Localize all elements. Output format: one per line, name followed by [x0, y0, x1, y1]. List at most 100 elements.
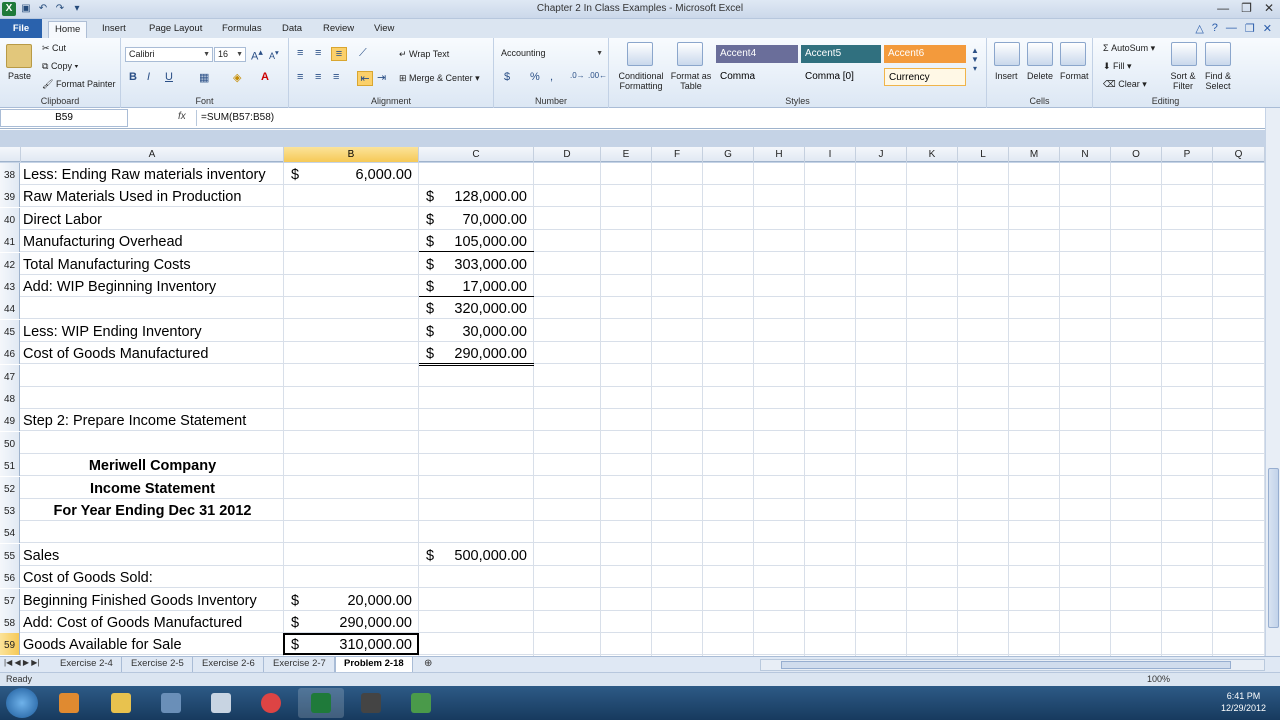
format-cells-icon[interactable]	[1060, 42, 1086, 66]
column-header-j[interactable]: J	[856, 147, 907, 162]
sheet-tab-active[interactable]: Problem 2-18	[335, 657, 413, 672]
autosum-button[interactable]: Σ AutoSum ▾	[1103, 43, 1155, 54]
align-right-icon[interactable]: ≡	[333, 71, 339, 83]
vertical-scrollbar[interactable]	[1265, 108, 1280, 656]
column-header-c[interactable]: C	[419, 147, 534, 162]
column-header-p[interactable]: P	[1162, 147, 1213, 162]
column-header-e[interactable]: E	[601, 147, 652, 162]
row-header[interactable]: 58	[0, 611, 20, 633]
row-header[interactable]: 38	[0, 163, 20, 185]
taskbar-app[interactable]	[398, 688, 444, 718]
cell-a[interactable]: Cost of Goods Sold:	[23, 566, 153, 588]
cell-a[interactable]: Less: Ending Raw materials inventory	[23, 163, 266, 185]
column-header-k[interactable]: K	[907, 147, 958, 162]
minimize-ribbon-icon[interactable]: △	[1195, 22, 1203, 35]
row-header[interactable]: 43	[0, 275, 20, 297]
column-header-o[interactable]: O	[1111, 147, 1162, 162]
name-box[interactable]: B59	[0, 109, 128, 127]
tab-home[interactable]: Home	[48, 21, 88, 38]
window-minimize-icon[interactable]: —	[1226, 22, 1237, 35]
minimize-icon[interactable]: —	[1217, 1, 1229, 15]
conditional-formatting-icon[interactable]	[627, 42, 653, 66]
taskbar-app[interactable]	[46, 688, 92, 718]
grow-font-icon[interactable]: A▴	[251, 47, 263, 63]
style-accent6[interactable]: Accent6	[884, 45, 966, 63]
decrease-indent-icon[interactable]: ⇤	[357, 71, 373, 86]
tab-review[interactable]: Review	[317, 21, 360, 38]
window-close-icon[interactable]: ✕	[1263, 22, 1272, 35]
cell-a[interactable]: Beginning Finished Goods Inventory	[23, 589, 257, 611]
row-header[interactable]: 56	[0, 566, 20, 589]
cell-c[interactable]: 105,000.00	[435, 230, 527, 252]
cell-b[interactable]: 20,000.00	[300, 589, 412, 611]
vertical-scroll-thumb[interactable]	[1268, 468, 1279, 628]
align-top-icon[interactable]: ≡	[297, 47, 303, 59]
increase-decimal-icon[interactable]: .0→	[570, 71, 585, 80]
cell-a[interactable]: Manufacturing Overhead	[23, 230, 183, 252]
conditional-formatting-button[interactable]: Conditional Formatting	[615, 71, 667, 91]
cell-a[interactable]: Sales	[23, 544, 59, 566]
fill-color-icon[interactable]: ◈	[233, 71, 241, 84]
sheet-tab[interactable]: Exercise 2-7	[265, 657, 335, 672]
sort-filter-button[interactable]: Sort & Filter	[1165, 71, 1201, 91]
increase-indent-icon[interactable]: ⇥	[377, 71, 386, 84]
sheet-tab[interactable]: Exercise 2-6	[194, 657, 264, 672]
row-header[interactable]: 52	[0, 476, 20, 499]
taskbar-app[interactable]	[348, 688, 394, 718]
start-button-icon[interactable]	[6, 688, 38, 718]
cell-a[interactable]: Raw Materials Used in Production	[23, 185, 241, 207]
cell-a[interactable]: Meriwell Company	[21, 454, 284, 476]
cell-c[interactable]: 128,000.00	[435, 185, 527, 207]
cell-a[interactable]: Total Manufacturing Costs	[23, 253, 191, 275]
tab-view[interactable]: View	[368, 21, 400, 38]
column-header-g[interactable]: G	[703, 147, 754, 162]
font-color-icon[interactable]: A	[261, 71, 269, 83]
cell-a[interactable]: Add: Cost of Goods Manufactured	[23, 611, 242, 633]
zoom-level[interactable]: 100%	[1147, 674, 1170, 684]
underline-icon[interactable]: U	[165, 71, 173, 83]
insert-sheet-icon[interactable]: ⊕	[424, 658, 432, 669]
format-button[interactable]: Format	[1060, 71, 1089, 81]
column-header-f[interactable]: F	[652, 147, 703, 162]
tab-insert[interactable]: Insert	[96, 21, 132, 38]
formula-input[interactable]: =SUM(B57:B58)	[201, 112, 274, 123]
cell-c[interactable]: 70,000.00	[435, 208, 527, 230]
column-header-n[interactable]: N	[1060, 147, 1111, 162]
shrink-font-icon[interactable]: A▾	[269, 48, 279, 61]
row-header[interactable]: 51	[0, 454, 20, 477]
column-header-h[interactable]: H	[754, 147, 805, 162]
column-header-a[interactable]: A	[21, 147, 284, 162]
percent-style-button[interactable]: %	[530, 71, 540, 83]
format-as-table-button[interactable]: Format as Table	[669, 71, 713, 91]
restore-icon[interactable]: ❐	[1241, 1, 1252, 15]
row-header[interactable]: 45	[0, 319, 20, 342]
row-header[interactable]: 44	[0, 297, 20, 320]
system-clock[interactable]: 6:41 PM 12/29/2012	[1221, 690, 1266, 714]
format-painter-button[interactable]: 🖌 Format Painter	[42, 79, 115, 90]
row-header[interactable]: 49	[0, 409, 20, 432]
align-bottom-icon[interactable]: ≡	[331, 47, 347, 61]
comma-style-button[interactable]: ,	[550, 71, 553, 83]
wrap-text-button[interactable]: ↵ Wrap Text	[399, 49, 449, 60]
cell-b[interactable]: 6,000.00	[300, 163, 412, 185]
merge-center-button[interactable]: ⊞ Merge & Center ▾	[399, 73, 480, 84]
number-format-select[interactable]: Accounting ▼	[498, 47, 605, 62]
row-header[interactable]: 42	[0, 252, 20, 275]
row-header[interactable]: 54	[0, 521, 20, 544]
paste-button[interactable]: Paste	[8, 71, 31, 81]
row-header[interactable]: 48	[0, 387, 20, 409]
window-restore-icon[interactable]: ❐	[1245, 22, 1255, 35]
cell-c[interactable]: 320,000.00	[435, 297, 527, 319]
taskbar-app[interactable]	[148, 688, 194, 718]
help-icon[interactable]: ?	[1212, 22, 1218, 35]
cell-a[interactable]: Goods Available for Sale	[23, 633, 182, 655]
tab-file[interactable]: File	[0, 19, 42, 38]
clear-button[interactable]: ⌫ Clear ▾	[1103, 79, 1147, 90]
italic-icon[interactable]: I	[147, 71, 150, 83]
cell-a[interactable]: Income Statement	[21, 477, 284, 499]
row-header[interactable]: 39	[0, 185, 20, 208]
paste-icon[interactable]	[6, 44, 32, 68]
style-comma[interactable]: Comma	[716, 68, 798, 86]
align-left-icon[interactable]: ≡	[297, 71, 303, 83]
styles-scroll-icon[interactable]: ▲ ▼ ▾	[971, 46, 979, 73]
